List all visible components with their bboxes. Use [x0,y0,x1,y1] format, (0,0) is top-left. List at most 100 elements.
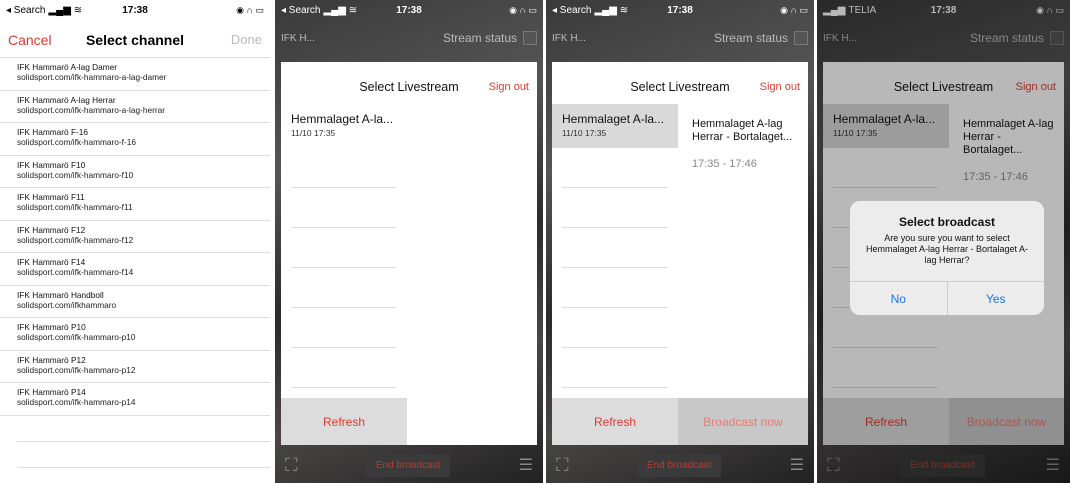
event-item[interactable]: Hemmalaget A-la... 11/10 17:35 [552,104,678,148]
card-actions: Refresh Broadcast now [552,398,808,445]
stream-status-icon [794,31,808,45]
detail-time: 17:35 - 17:46 [963,171,1028,183]
channel-name: IFK Hammarö F14 [17,257,86,267]
event-detail: Hemmalaget A-lag Herrar - Bortalaget... … [678,104,808,398]
channel-name: IFK Hammarö A-lag Damer [17,62,118,72]
card-title: Select Livestream [359,80,459,94]
channel-name: IFK Hammarö F11 [17,192,85,202]
channel-item[interactable]: IFK Hammarö Handboll solidsport.com/ifkha… [0,286,270,318]
zoom-icon[interactable]: ⛶ [827,455,840,476]
stream-status-icon [523,31,537,45]
channel-url: solidsport.com/ifk-hammaro-a-lag-damer [17,72,167,82]
sign-out-button[interactable]: Sign out [760,81,800,93]
event-title: Hemmalaget A-la... [291,112,394,126]
channel-url: solidsport.com/ifk-hammaro-f12 [17,234,134,245]
channel-name: IFK Hammarö Handboll [17,289,104,300]
stream-status[interactable]: Stream status [970,31,1064,45]
refresh-button[interactable]: Refresh [281,398,407,445]
channel-url: solidsport.com/ifk-hammaro-f14 [17,267,134,277]
channel-item[interactable]: IFK Hammarö P10 solidsport.com/ifk-hammar… [0,318,270,351]
channel-url: solidsport.com/ifk-hammaro-f-16 [17,137,136,147]
broadcast-now-button[interactable]: Broadcast now [678,398,808,445]
bottom-toolbar: ⛶ End broadcast ☰ [275,447,543,483]
status-bar: ▂▄▆ TELIA 17:38 ◉ ∩ ▭ [817,0,1070,20]
select-livestream-card: Select Livestream Sign out Hemmalaget A-… [281,62,537,445]
sliders-icon[interactable]: ☰ [790,455,804,475]
stream-status-label: Stream status [713,31,788,45]
zoom-icon[interactable]: ⛶ [285,455,298,476]
channel-name: IFK Hammarö F10 [17,159,86,170]
event-list: Hemmalaget A-la... 11/10 17:35 [552,104,678,398]
bottom-toolbar: ⛶ End broadcast ☰ [817,447,1070,483]
empty-row [17,416,270,442]
channel-item[interactable]: IFK Hammarö A-lag Herrar solidsport.com/i… [0,91,270,123]
refresh-button[interactable]: Refresh [552,398,678,445]
team-label: IFK H... [281,32,315,44]
channel-name: IFK Hammarö P10 [17,322,86,332]
done-button[interactable]: Done [231,32,262,47]
cancel-button[interactable]: Cancel [8,32,52,48]
stream-topbar: IFK H... Stream status [817,22,1070,54]
event-date: 11/10 17:35 [562,128,607,138]
stream-status-label: Stream status [442,31,517,45]
end-broadcast-button[interactable]: End broadcast [900,453,985,477]
card-actions: Refresh Broadcast now [823,398,1064,445]
yes-button[interactable]: Yes [948,282,1045,315]
stream-topbar: IFK H... Stream status [275,22,543,54]
channel-item[interactable]: IFK Hammarö P14 solidsport.com/ifk-hammar… [0,383,270,416]
channel-item[interactable]: IFK Hammarö F-16 solidsport.com/ifk-hamma… [0,123,270,156]
dialog-message: Are you sure you want to select Hemmalag… [865,233,1029,265]
stream-status[interactable]: Stream status [714,31,808,45]
detail-title: Hemmalaget A-lag Herrar - Bortalaget... [963,118,1054,156]
confirm-dialog: Select broadcast Are you sure you want t… [850,201,1044,315]
refresh-button[interactable]: Refresh [823,398,949,445]
channel-item[interactable]: IFK Hammarö F14 solidsport.com/ifk-hammar… [0,253,270,286]
team-label: IFK H... [552,32,586,44]
sign-out-button[interactable]: Sign out [1016,81,1056,93]
sign-out-button[interactable]: Sign out [489,81,529,93]
event-title: Hemmalaget A-la... [833,112,936,126]
zoom-icon[interactable]: ⛶ [556,455,569,476]
channel-item[interactable]: IFK Hammarö A-lag Damer solidsport.com/if… [0,58,270,91]
channel-item[interactable]: IFK Hammarö F11 solidsport.com/ifk-hammar… [0,188,270,221]
channel-item[interactable]: IFK Hammarö F12 solidsport.com/ifk-hammar… [0,221,270,253]
card-title: Select Livestream [630,80,730,94]
status-time: 17:38 [122,4,148,16]
channel-url: solidsport.com/ifk-hammaro-p10 [17,332,136,342]
stream-status[interactable]: Stream status [443,31,537,45]
event-item[interactable]: Hemmalaget A-la... 11/10 17:35 [823,104,949,148]
channel-url: solidsport.com/ifk-hammaro-p14 [17,397,136,407]
sliders-icon[interactable]: ☰ [519,455,533,475]
broadcast-now-button[interactable]: Broadcast now [949,398,1064,445]
channel-item[interactable]: IFK Hammarö P12 solidsport.com/ifk-hammar… [0,351,270,383]
end-broadcast-button[interactable]: End broadcast [636,453,722,477]
stream-topbar: IFK H... Stream status [546,22,814,54]
livestream-screen-2: ◂ Search ▂▄▆ ≋ 17:38 ◉ ∩ ▭ IFK H... Stre… [546,0,814,483]
channel-url: solidsport.com/ifk-hammaro-a-lag-herrar [17,104,166,115]
stream-status-label: Stream status [969,31,1044,45]
event-list: Hemmalaget A-la... 11/10 17:35 [281,104,537,398]
event-item[interactable]: Hemmalaget A-la... 11/10 17:35 [281,104,537,148]
channel-url: solidsport.com/ifkhammaro [17,299,117,310]
no-button[interactable]: No [850,282,948,315]
channel-item[interactable]: IFK Hammarö F10 solidsport.com/ifk-hammar… [0,156,270,188]
end-broadcast-button[interactable]: End broadcast [365,453,451,477]
channel-name: IFK Hammarö A-lag Herrar [17,94,116,105]
nav-header: Cancel Select channel Done [0,22,270,58]
select-channel-screen: ◂ Search ▂▄▆ ≋ 17:38 ◉ ∩ ▭ Cancel Select… [0,0,270,483]
stream-status-icon [1050,31,1064,45]
event-date: 11/10 17:35 [291,128,336,138]
livestream-screen-1: ◂ Search ▂▄▆ ≋ 17:38 ◉ ∩ ▭ IFK H... Stre… [275,0,543,483]
status-bar: ◂ Search ▂▄▆ ≋ 17:38 ◉ ∩ ▭ [0,0,270,20]
channel-name: IFK Hammarö P12 [17,354,86,365]
sliders-icon[interactable]: ☰ [1046,455,1060,475]
channel-url: solidsport.com/ifk-hammaro-f10 [17,169,134,180]
detail-title: Hemmalaget A-lag Herrar - Bortalaget... [692,118,793,143]
card-actions: Refresh [281,398,537,445]
status-time: 17:38 [930,4,957,16]
livestream-screen-confirm: ▂▄▆ TELIA 17:38 ◉ ∩ ▭ IFK H... Stream st… [817,0,1070,483]
channel-list: IFK Hammarö A-lag Damer solidsport.com/if… [0,58,270,468]
dialog-actions: No Yes [850,281,1044,315]
status-time: 17:38 [396,4,422,16]
status-time: 17:38 [667,4,693,16]
